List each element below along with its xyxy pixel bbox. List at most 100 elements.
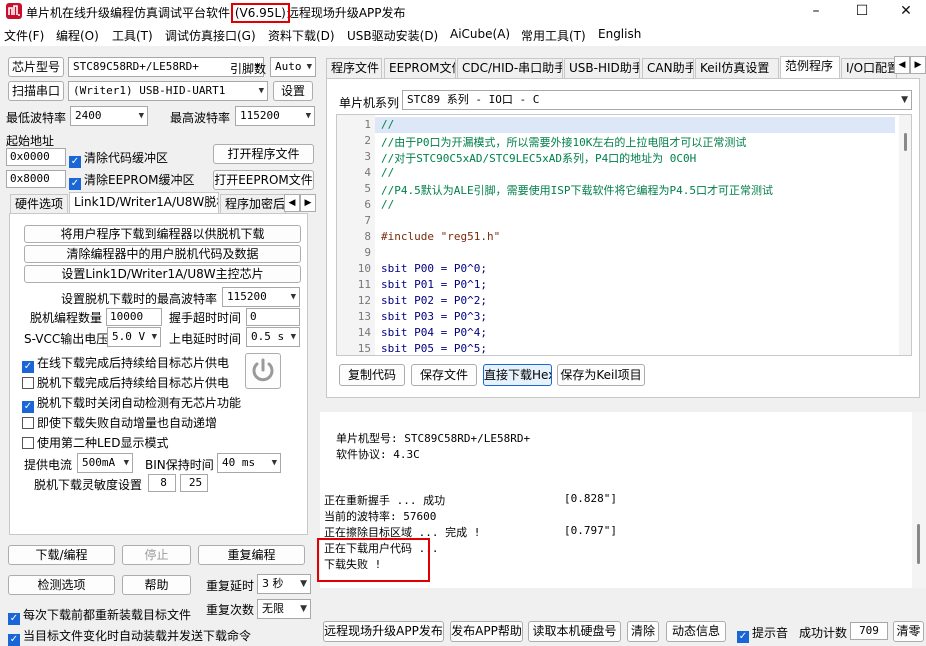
power-delay-select[interactable]: 0.5 s ▼ <box>246 327 300 347</box>
svcc-voltage-select[interactable]: 5.0 V ▼ <box>107 327 161 347</box>
menu-debug[interactable]: 调试仿真接口(G) <box>165 27 256 44</box>
tab-keil-settings[interactable]: Keil仿真设置 <box>695 58 779 78</box>
clear-log-button[interactable]: 清除 <box>627 621 659 642</box>
max-baud-select[interactable]: 115200 ▼ <box>235 106 315 126</box>
code-start-address-input[interactable]: 0x0000 <box>6 148 66 166</box>
tab-offline-programmer[interactable]: Link1D/Writer1A/U8W脱机 <box>69 192 219 214</box>
log-scrollbar[interactable] <box>912 412 926 588</box>
direct-download-hex-button[interactable]: 直接下载Hex <box>483 364 552 386</box>
menu-download[interactable]: 资料下载(D) <box>268 27 335 44</box>
reload-before-download-checkbox[interactable]: ✓ 每次下载前都重新装载目标文件 <box>8 606 191 625</box>
handshake-timeout-input[interactable]: 0 <box>246 308 300 326</box>
right-tab-scroll-arrows[interactable]: ◀ ▶ <box>894 56 926 74</box>
menu-aicube[interactable]: AiCube(A) <box>450 27 510 41</box>
check-options-button[interactable]: 检测选项 <box>8 575 115 595</box>
open-program-file-button[interactable]: 打开程序文件 <box>213 144 314 164</box>
set-master-chip-button[interactable]: 设置Link1D/Writer1A/U8W主控芯片 <box>24 265 301 283</box>
window-title: 单片机在线升级编程仿真调试平台软件 (V6.95L)远程现场升级APP发布 <box>26 3 406 23</box>
clear-code-buffer-checkbox[interactable]: ✓ 清除代码缓冲区 <box>69 149 168 168</box>
tab-eeprom-file[interactable]: EEPROM文件 <box>384 58 456 78</box>
series-select[interactable]: STC89 系列 - IO口 - C ▼ <box>402 90 912 110</box>
line-number: 7 <box>364 214 371 227</box>
eeprom-start-address-input[interactable]: 0x8000 <box>6 170 66 188</box>
editor-scrollbar[interactable] <box>899 115 911 355</box>
auto-increment-on-fail-checkbox[interactable]: 即使下载失败自动增量也自动递增 <box>22 414 217 431</box>
current-select[interactable]: 500mA ▼ <box>77 453 133 473</box>
tab-serial-assistant[interactable]: CDC/HID-串口助手 <box>457 58 563 78</box>
auto-send-on-change-checkbox[interactable]: ✓ 当目标文件变化时自动装载并发送下载命令 <box>8 627 251 646</box>
svcc-voltage-label: S-VCC输出电压 <box>24 332 109 346</box>
current-line-highlight <box>375 117 895 133</box>
log-baud-line: 当前的波特率: 57600 <box>324 510 437 523</box>
tab-hardware-options[interactable]: 硬件选项 <box>10 194 68 214</box>
repeat-count-select[interactable]: 无限 ▼ <box>257 599 311 619</box>
offline-power-checkbox[interactable]: 脱机下载完成后持续给目标芯片供电 <box>22 374 229 391</box>
pin-count-label: 引脚数 <box>230 62 267 76</box>
checkbox-checked-icon: ✓ <box>737 631 749 643</box>
save-keil-project-button[interactable]: 保存为Keil项目 <box>557 364 645 386</box>
line-number: 8 <box>364 230 371 243</box>
menu-program[interactable]: 编程(O) <box>56 27 99 44</box>
log-chip-line: 单片机型号: STC89C58RD+/LE58RD+ <box>336 432 531 445</box>
checkbox-checked-icon: ✓ <box>8 613 20 625</box>
editor-scroll-thumb[interactable] <box>904 133 907 151</box>
line-number: 9 <box>364 246 371 259</box>
help-button[interactable]: 帮助 <box>122 575 191 595</box>
sensitivity-a-input[interactable]: 8 <box>148 474 176 492</box>
remote-upgrade-button[interactable]: 远程现场升级APP发布 <box>323 621 444 642</box>
line-number: 15 <box>357 342 371 355</box>
chip-type-button[interactable]: 芯片型号 <box>8 57 64 77</box>
close-icon[interactable]: ✕ <box>884 0 926 24</box>
open-eeprom-file-button[interactable]: 打开EEPROM文件 <box>213 170 314 190</box>
read-disk-id-button[interactable]: 读取本机硬盘号 <box>528 621 621 642</box>
log-scroll-thumb[interactable] <box>917 524 920 564</box>
stop-button[interactable]: 停止 <box>122 545 191 565</box>
offline-count-input[interactable]: 10000 <box>106 308 162 326</box>
online-power-checkbox[interactable]: ✓ 在线下载完成后持续给目标芯片供电 <box>22 354 229 373</box>
publish-app-help-button[interactable]: 发布APP帮助 <box>450 621 523 642</box>
code-editor[interactable]: 1 2 3 4 5 6 7 8 9 10 11 12 13 14 15 ////由于P0口为开漏模式，所以需… <box>336 114 912 356</box>
offline-max-baud-select[interactable]: 115200 ▼ <box>222 287 300 307</box>
tab-example-programs[interactable]: 范例程序 <box>780 56 840 78</box>
clear-eeprom-buffer-checkbox[interactable]: ✓ 清除EEPROM缓冲区 <box>69 171 195 190</box>
clear-offline-code-button[interactable]: 清除编程器中的用户脱机代码及数据 <box>24 245 301 263</box>
tab-usb-hid-assistant[interactable]: USB-HID助手 <box>564 58 640 78</box>
arrow-left-icon: ◀ <box>284 194 300 212</box>
copy-code-button[interactable]: 复制代码 <box>339 364 405 386</box>
repeat-program-button[interactable]: 重复编程 <box>198 545 305 565</box>
menu-file[interactable]: 文件(F) <box>4 27 44 44</box>
reset-count-button[interactable]: 清零 <box>893 621 924 642</box>
led-mode-checkbox[interactable]: 使用第二种LED显示模式 <box>22 434 169 451</box>
chevron-down-icon: ▼ <box>306 62 312 72</box>
chevron-down-icon: ▼ <box>305 111 311 121</box>
tab-program-encryption[interactable]: 程序加密后 <box>220 194 286 214</box>
bin-hold-select[interactable]: 40 ms ▼ <box>217 453 281 473</box>
tab-program-file[interactable]: 程序文件 <box>326 58 382 78</box>
tab-scroll-arrows[interactable]: ◀ ▶ <box>284 194 316 212</box>
power-button[interactable] <box>245 353 281 389</box>
save-file-button[interactable]: 保存文件 <box>411 364 477 386</box>
tab-can-assistant[interactable]: CAN助手 <box>642 58 694 78</box>
min-baud-select[interactable]: 2400 ▼ <box>70 106 148 126</box>
pin-count-select[interactable]: Auto ▼ <box>270 57 316 77</box>
sensitivity-b-input[interactable]: 25 <box>180 474 208 492</box>
log-handshake-line: 正在重新握手 ... 成功 <box>324 494 446 507</box>
app-logo-icon <box>6 3 22 19</box>
menu-english[interactable]: English <box>598 27 641 41</box>
maximize-icon[interactable]: ☐ <box>840 0 884 24</box>
minimize-icon[interactable]: – <box>794 0 838 24</box>
download-to-programmer-button[interactable]: 将用户程序下载到编程器以供脱机下载 <box>24 225 301 243</box>
port-select[interactable]: (Writer1) USB-HID-UART1 ▼ <box>68 81 268 101</box>
tab-io-config[interactable]: I/O口配置 <box>841 58 897 78</box>
repeat-delay-select[interactable]: 3 秒 ▼ <box>257 574 311 594</box>
chevron-down-icon: ▼ <box>151 332 157 342</box>
scan-port-button[interactable]: 扫描串口 <box>8 81 64 101</box>
port-settings-button[interactable]: 设置 <box>273 81 313 101</box>
dynamic-info-button[interactable]: 动态信息 <box>666 621 726 642</box>
menu-common-tools[interactable]: 常用工具(T) <box>521 27 586 44</box>
menu-tools[interactable]: 工具(T) <box>112 27 153 44</box>
download-program-button[interactable]: 下载/编程 <box>8 545 115 565</box>
disable-chip-detect-checkbox[interactable]: ✓ 脱机下载时关闭自动检测有无芯片功能 <box>22 394 241 413</box>
menu-usb-driver[interactable]: USB驱动安装(D) <box>347 27 438 44</box>
beep-checkbox[interactable]: ✓ 提示音 <box>737 624 788 643</box>
